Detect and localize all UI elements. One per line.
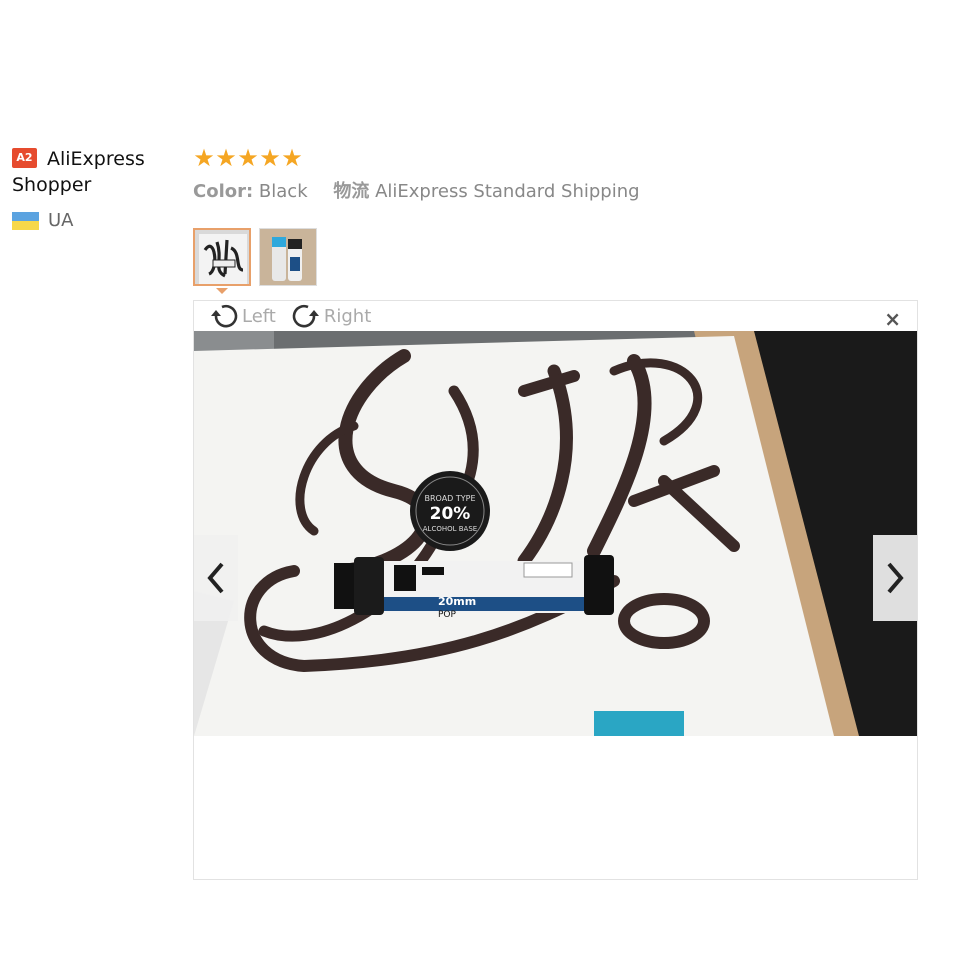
selected-thumbnail-pointer: [216, 288, 228, 294]
reviewer-level-badge: A2: [12, 147, 37, 168]
rotate-right-icon: [292, 304, 319, 328]
image-viewer: Left Right × BROAD TYPE 20% ALCOHOL BASE…: [193, 300, 918, 880]
star-icon: ★: [215, 144, 237, 172]
cap-bottom-text: ALCOHOL BASE: [423, 525, 477, 533]
markers-photo-icon: [260, 229, 316, 285]
ukraine-flag-icon: [12, 211, 39, 230]
next-image-button[interactable]: [873, 535, 917, 621]
country-code: UA: [48, 210, 74, 231]
shipping-label: 物流: [333, 181, 370, 202]
reviewer-name: A2 AliExpress: [12, 146, 182, 172]
rotate-left-label: Left: [242, 305, 276, 327]
cap-percent-text: 20%: [430, 504, 471, 524]
review-content: ★★★★★ Color: Black 物流 AliExpress Standar…: [193, 146, 918, 204]
reviewer-info: A2 AliExpress Shopper UA: [12, 146, 182, 231]
review-photo[interactable]: BROAD TYPE 20% ALCOHOL BASE 20mm POP: [194, 331, 917, 736]
rotate-right-label: Right: [323, 305, 372, 327]
calligraphy-marker-photo: BROAD TYPE 20% ALCOHOL BASE 20mm POP: [194, 331, 917, 736]
calligraphy-photo-icon: [195, 230, 249, 284]
star-rating: ★★★★★: [193, 146, 918, 170]
rotate-left-button[interactable]: Left: [208, 302, 276, 330]
reviewer-name-line2: Shopper: [12, 174, 92, 196]
rotate-right-button[interactable]: Right: [290, 302, 371, 330]
star-icon: ★: [193, 144, 215, 172]
marker-size-text: 20mm: [438, 595, 476, 608]
marker-brand-text: POP: [438, 610, 457, 620]
chevron-left-icon: [207, 562, 224, 594]
star-icon: ★: [259, 144, 281, 172]
review-thumbnails: [193, 228, 317, 286]
color-label: Color:: [193, 181, 254, 202]
star-icon: ★: [281, 144, 303, 172]
chevron-right-icon: [887, 562, 904, 594]
reviewer-country: UA: [12, 210, 182, 231]
star-icon: ★: [237, 144, 259, 172]
close-viewer-button[interactable]: ×: [884, 307, 901, 331]
shipping-value: AliExpress Standard Shipping: [375, 181, 640, 202]
previous-image-button[interactable]: [194, 535, 238, 621]
review-meta: Color: Black 物流 AliExpress Standard Ship…: [193, 180, 918, 204]
thumbnail-calligraphy[interactable]: [193, 228, 251, 286]
color-value: Black: [258, 181, 308, 202]
thumbnail-markers[interactable]: [259, 228, 317, 286]
rotate-left-icon: [211, 304, 238, 328]
cap-top-text: BROAD TYPE: [424, 494, 475, 503]
viewer-toolbar: Left Right: [208, 301, 385, 331]
reviewer-name-line1: AliExpress: [47, 148, 145, 170]
